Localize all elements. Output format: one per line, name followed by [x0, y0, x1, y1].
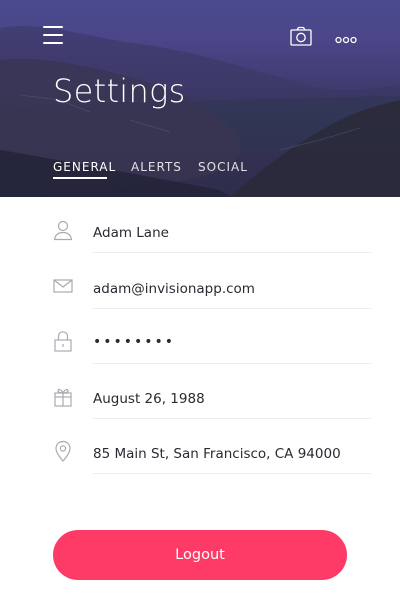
active-tab-indicator — [53, 177, 107, 179]
location-pin-icon — [55, 440, 71, 462]
mail-icon — [53, 279, 73, 293]
name-field[interactable]: Adam Lane — [0, 197, 400, 253]
settings-screen: Settings GENERAL ALERTS SOCIAL Adam Lane… — [0, 0, 400, 603]
divider — [93, 473, 371, 474]
birthday-field[interactable]: August 26, 1988 — [0, 363, 400, 419]
page-title: Settings — [53, 72, 186, 110]
more-options-button[interactable] — [335, 30, 357, 44]
tab-alerts[interactable]: ALERTS — [131, 160, 182, 174]
camera-icon — [290, 26, 312, 46]
user-icon — [53, 220, 73, 241]
hamburger-line — [43, 34, 63, 36]
address-field[interactable]: 85 Main St, San Francisco, CA 94000 — [0, 418, 400, 474]
birthday-value: August 26, 1988 — [93, 391, 205, 407]
camera-button[interactable] — [290, 26, 312, 46]
hamburger-line — [43, 42, 63, 44]
gift-icon — [54, 388, 72, 407]
lock-icon — [54, 331, 72, 352]
password-value: •••••••• — [93, 334, 176, 350]
tab-bar: GENERAL ALERTS SOCIAL — [0, 160, 400, 184]
name-value: Adam Lane — [93, 225, 169, 241]
email-value: adam@invisionapp.com — [93, 281, 255, 297]
menu-button[interactable] — [43, 26, 63, 44]
tab-social[interactable]: SOCIAL — [198, 160, 248, 174]
hamburger-menu-icon — [43, 26, 63, 28]
email-field[interactable]: adam@invisionapp.com — [0, 253, 400, 309]
password-field[interactable]: •••••••• — [0, 308, 400, 364]
header: Settings GENERAL ALERTS SOCIAL — [0, 0, 400, 197]
tab-general[interactable]: GENERAL — [53, 160, 116, 174]
more-options-icon — [335, 36, 357, 44]
address-value: 85 Main St, San Francisco, CA 94000 — [93, 446, 341, 462]
logout-button[interactable]: Logout — [53, 530, 347, 580]
